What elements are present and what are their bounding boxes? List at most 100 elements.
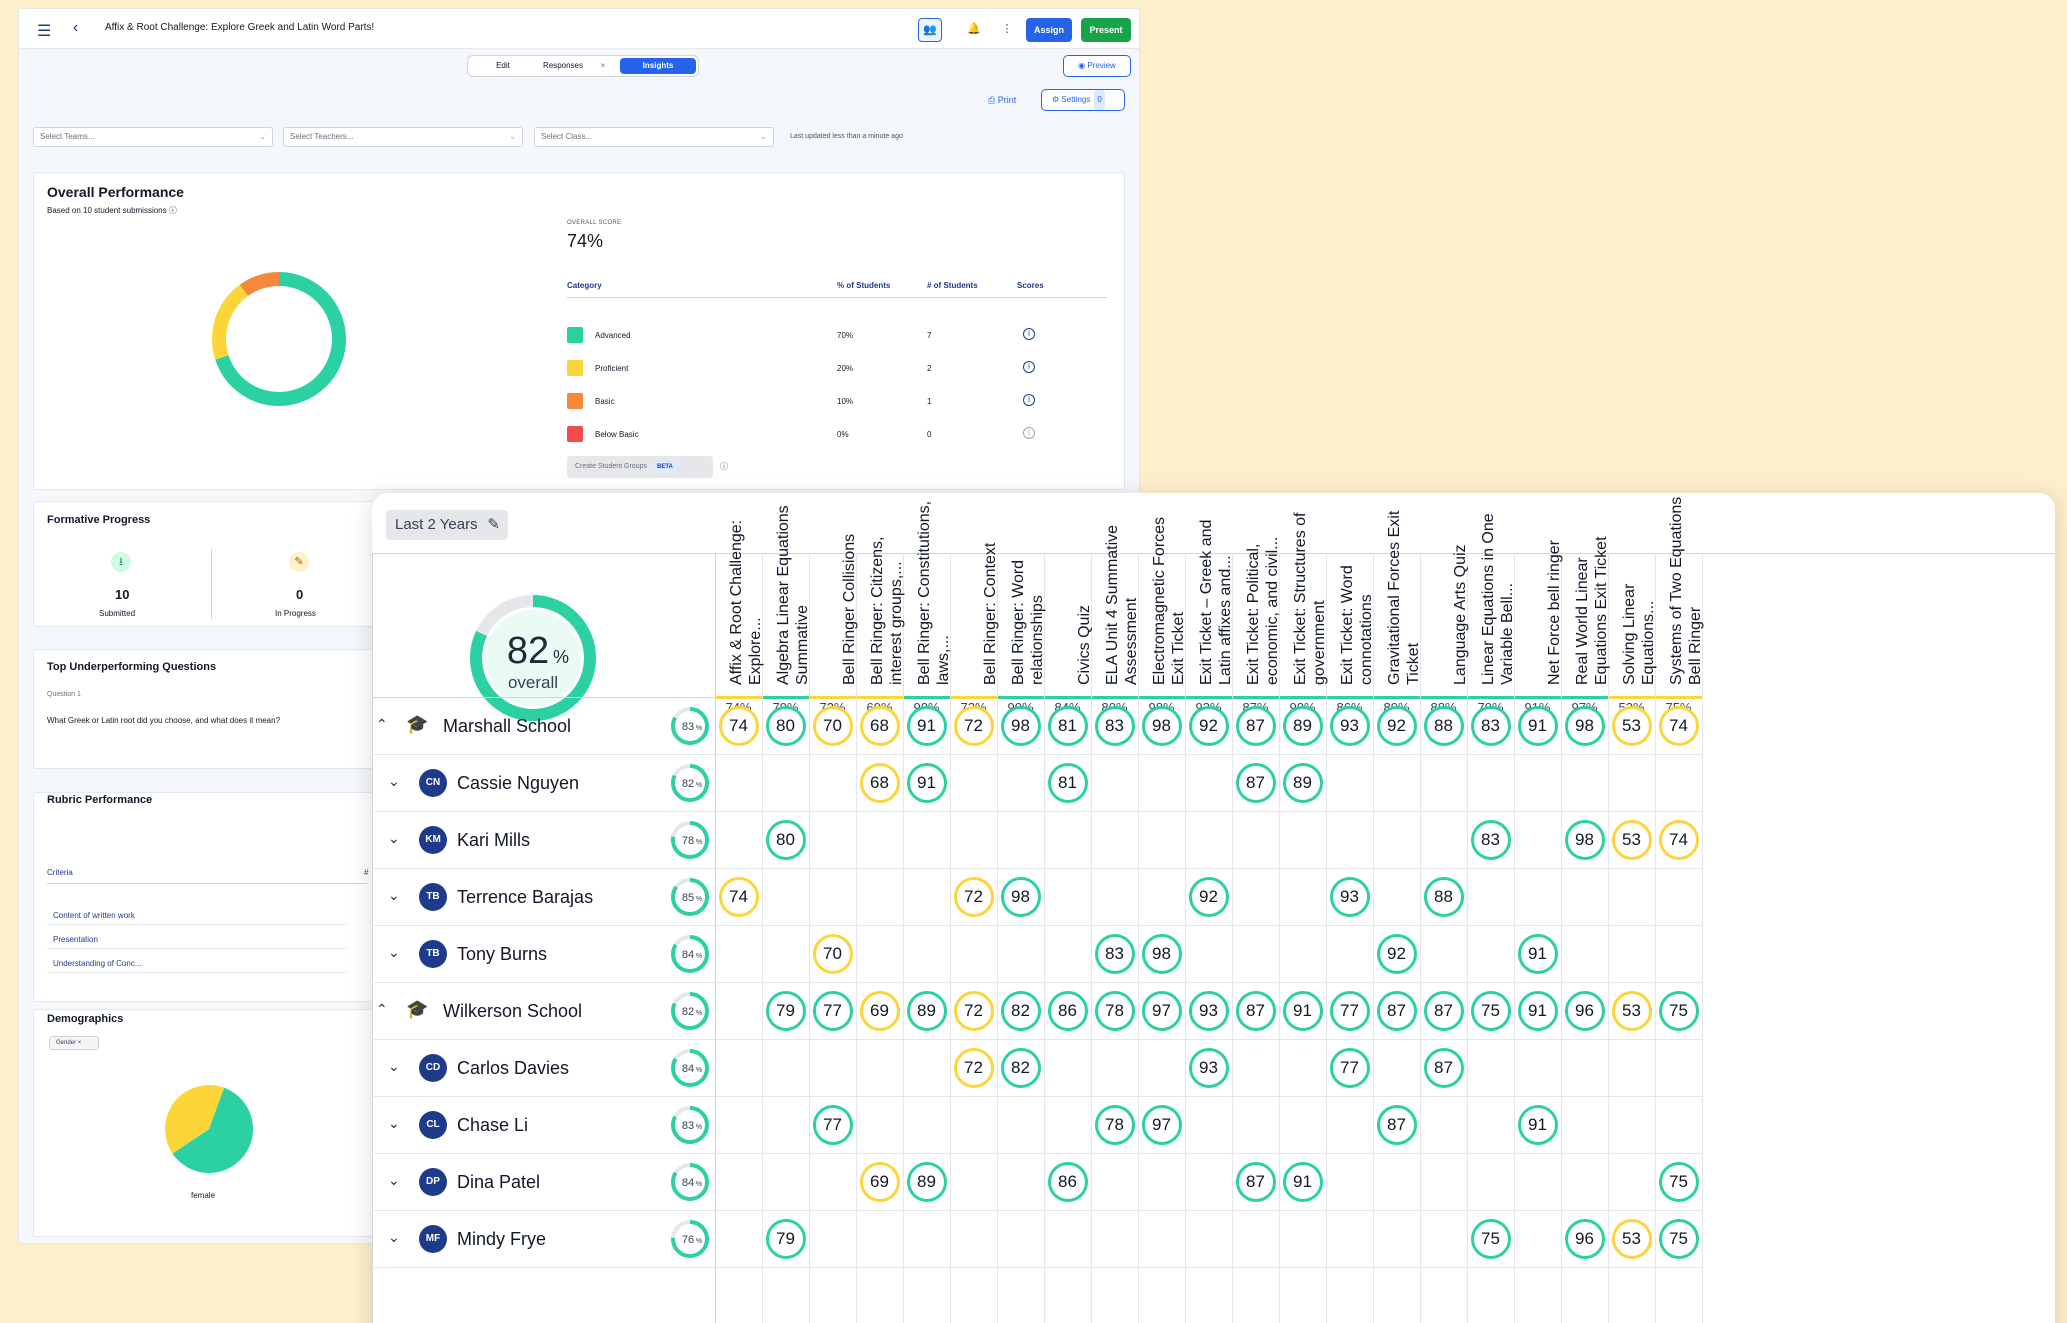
score-badge[interactable]: 88 xyxy=(1423,706,1464,746)
score-badge[interactable]: 91 xyxy=(1517,1105,1558,1145)
score-badge[interactable]: 75 xyxy=(1470,991,1511,1031)
score-badge[interactable]: 79 xyxy=(765,991,806,1031)
score-badge[interactable]: 75 xyxy=(1658,1162,1699,1202)
score-badge[interactable]: 72 xyxy=(953,877,994,917)
tab-responses[interactable]: Responses xyxy=(534,58,592,74)
student-name[interactable]: Tony Burns xyxy=(457,944,547,965)
select-teams[interactable]: Select Teams... ⌄ xyxy=(33,127,273,147)
column-header[interactable]: Bell Ringer: Word relationships xyxy=(999,495,1047,685)
expand-chevron-icon[interactable]: ⌄ xyxy=(388,887,400,904)
column-header[interactable]: Electromagnetic Forces Exit Ticket xyxy=(1140,495,1188,685)
score-badge[interactable]: 98 xyxy=(1000,706,1041,746)
info-icon[interactable]: ⓘ xyxy=(169,206,177,215)
score-badge[interactable]: 75 xyxy=(1658,991,1699,1031)
score-badge[interactable]: 87 xyxy=(1376,991,1417,1031)
expand-chevron-icon[interactable]: ⌄ xyxy=(388,773,400,790)
score-badge[interactable]: 87 xyxy=(1423,991,1464,1031)
student-name[interactable]: Cassie Nguyen xyxy=(457,773,579,794)
score-badge[interactable]: 97 xyxy=(1141,1105,1182,1145)
column-header[interactable]: Exit Ticket: Political, economic, and ci… xyxy=(1234,495,1282,685)
score-badge[interactable]: 70 xyxy=(812,706,853,746)
student-name[interactable]: Kari Mills xyxy=(457,830,530,851)
score-badge[interactable]: 93 xyxy=(1329,706,1370,746)
score-badge[interactable]: 72 xyxy=(953,1048,994,1088)
expand-chevron-icon[interactable]: ⌄ xyxy=(388,830,400,847)
column-header[interactable]: ELA Unit 4 Summative Assessment xyxy=(1093,495,1141,685)
column-header[interactable]: Bell Ringer Collisions xyxy=(811,495,859,685)
score-badge[interactable]: 88 xyxy=(1423,877,1464,917)
score-badge[interactable]: 68 xyxy=(859,706,900,746)
score-badge[interactable]: 77 xyxy=(812,1105,853,1145)
column-header[interactable]: Bell Ringer: Citizens, interest groups,.… xyxy=(858,495,906,686)
score-badge[interactable]: 87 xyxy=(1423,1048,1464,1088)
score-badge[interactable]: 98 xyxy=(1141,934,1182,974)
student-name[interactable]: Chase Li xyxy=(457,1115,528,1136)
select-teachers[interactable]: Select Teachers... ⌄ xyxy=(283,127,523,147)
score-badge[interactable]: 89 xyxy=(1282,706,1323,746)
student-name[interactable]: Carlos Davies xyxy=(457,1058,569,1079)
collapse-chevron-icon[interactable]: ⌃ xyxy=(376,716,388,733)
more-vertical-icon[interactable]: ⋮ xyxy=(995,18,1019,42)
score-badge[interactable]: 69 xyxy=(859,1162,900,1202)
info-icon[interactable]: i xyxy=(1023,427,1035,439)
column-header[interactable]: Exit Ticket: Structures of government xyxy=(1281,495,1329,686)
column-header[interactable]: Language Arts Quiz xyxy=(1422,495,1470,685)
expand-chevron-icon[interactable]: ⌄ xyxy=(388,1058,400,1075)
preview-button[interactable]: ◉ Preview xyxy=(1063,55,1131,77)
collapse-chevron-icon[interactable]: ⌃ xyxy=(376,1001,388,1018)
score-badge[interactable]: 83 xyxy=(1470,820,1511,860)
score-badge[interactable]: 98 xyxy=(1564,706,1605,746)
column-header[interactable]: Real World Linear Equations Exit Ticket xyxy=(1563,495,1611,685)
score-badge[interactable]: 69 xyxy=(859,991,900,1031)
expand-chevron-icon[interactable]: ⌄ xyxy=(388,1172,400,1189)
assign-button[interactable]: Assign xyxy=(1026,18,1072,42)
score-badge[interactable]: 91 xyxy=(1517,934,1558,974)
score-badge[interactable]: 53 xyxy=(1611,991,1652,1031)
print-button[interactable]: ⎙ Print xyxy=(988,95,1016,106)
select-class[interactable]: Select Class... ⌄ xyxy=(534,127,774,147)
score-badge[interactable]: 98 xyxy=(1564,820,1605,860)
column-header[interactable]: Affix & Root Challenge: Explore... xyxy=(717,495,765,685)
score-badge[interactable]: 53 xyxy=(1611,706,1652,746)
score-badge[interactable]: 98 xyxy=(1000,877,1041,917)
score-badge[interactable]: 79 xyxy=(765,1219,806,1259)
score-badge[interactable]: 97 xyxy=(1141,991,1182,1031)
score-badge[interactable]: 74 xyxy=(1658,820,1699,860)
score-badge[interactable]: 87 xyxy=(1235,1162,1276,1202)
score-badge[interactable]: 87 xyxy=(1235,991,1276,1031)
tab-insights[interactable]: Insights xyxy=(620,58,696,74)
score-badge[interactable]: 68 xyxy=(859,763,900,803)
score-badge[interactable]: 74 xyxy=(718,877,759,917)
score-badge[interactable]: 87 xyxy=(1376,1105,1417,1145)
column-header[interactable]: Algebra Linear Equations Summative xyxy=(764,495,812,685)
info-icon[interactable]: i xyxy=(1023,328,1035,340)
score-badge[interactable]: 92 xyxy=(1376,706,1417,746)
score-badge[interactable]: 96 xyxy=(1564,991,1605,1031)
criteria-item[interactable]: Understanding of Conc... xyxy=(47,955,347,973)
hamburger-menu-icon[interactable]: ☰ xyxy=(37,21,51,41)
score-badge[interactable]: 77 xyxy=(1329,1048,1370,1088)
score-badge[interactable]: 77 xyxy=(1329,991,1370,1031)
score-badge[interactable]: 70 xyxy=(812,934,853,974)
tab-close-icon[interactable]: × xyxy=(598,58,608,74)
info-icon[interactable]: i xyxy=(1023,394,1035,406)
column-header[interactable]: Linear Equations in One Variable Bell... xyxy=(1469,495,1517,685)
score-badge[interactable]: 86 xyxy=(1047,1162,1088,1202)
student-name[interactable]: Terrence Barajas xyxy=(457,887,593,908)
date-range-button[interactable]: Last 2 Years ✎ xyxy=(386,510,508,540)
column-header[interactable]: Bell Ringer: Constitutions, laws,... xyxy=(905,495,953,685)
expand-chevron-icon[interactable]: ⌄ xyxy=(388,944,400,961)
info-icon[interactable]: i xyxy=(1023,361,1035,373)
score-badge[interactable]: 77 xyxy=(812,991,853,1031)
score-badge[interactable]: 91 xyxy=(1282,991,1323,1031)
score-badge[interactable]: 75 xyxy=(1658,1219,1699,1259)
criteria-item[interactable]: Content of written work xyxy=(47,907,347,925)
settings-button[interactable]: ⚙ Settings 0 xyxy=(1041,89,1125,111)
score-badge[interactable]: 83 xyxy=(1094,934,1135,974)
score-badge[interactable]: 89 xyxy=(906,1162,947,1202)
score-badge[interactable]: 93 xyxy=(1188,1048,1229,1088)
school-name[interactable]: Wilkerson School xyxy=(443,1001,582,1022)
column-header[interactable]: Systems of Two Equations Bell Ringer xyxy=(1657,495,1705,685)
back-chevron-icon[interactable]: ‹ xyxy=(73,19,78,37)
score-badge[interactable]: 91 xyxy=(906,706,947,746)
